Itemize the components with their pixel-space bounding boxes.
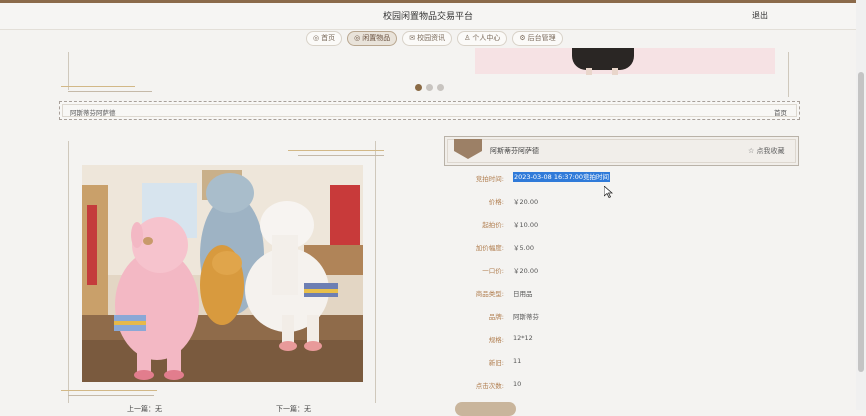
nav-admin[interactable]: ⚙ 后台管理 xyxy=(512,31,563,46)
field-label: 规格: xyxy=(488,336,504,344)
goods-icon: ◎ xyxy=(354,34,361,42)
field-row-category: 商品类型: 日用品 xyxy=(444,286,744,300)
favorite-button[interactable]: ☆ 点我收藏 xyxy=(748,146,785,156)
decor-line xyxy=(61,86,135,87)
field-value: 11 xyxy=(513,357,522,365)
bid-button[interactable] xyxy=(455,402,516,416)
product-image xyxy=(82,165,363,382)
field-label: 竞拍时间: xyxy=(475,175,504,183)
decor-line xyxy=(68,52,69,90)
field-row-price: 价格: ￥20.00 xyxy=(444,194,744,208)
nav-goods-label: 闲置物品 xyxy=(362,34,391,42)
mouse-cursor-icon xyxy=(604,186,613,198)
field-label: 价格: xyxy=(488,198,504,206)
decor-line xyxy=(68,395,154,396)
user-icon: ♙ xyxy=(464,34,471,42)
nav-user[interactable]: ♙ 个人中心 xyxy=(457,31,508,46)
field-label: 起拍价: xyxy=(482,221,504,229)
carousel-dots xyxy=(415,84,444,91)
nav-admin-label: 后台管理 xyxy=(527,34,556,42)
field-label: 加价幅度: xyxy=(475,244,504,252)
main-nav: ◎ 首页 ◎ 闲置物品 ✉ 校园资讯 ♙ 个人中心 ⚙ 后台管理 xyxy=(306,31,563,46)
decor-line xyxy=(68,91,152,92)
carousel-dot[interactable] xyxy=(415,84,422,91)
decor-line xyxy=(288,150,384,151)
field-value: 10 xyxy=(513,380,522,388)
field-label: 点击次数: xyxy=(475,382,504,390)
field-value: 日用品 xyxy=(513,290,533,298)
decor-line xyxy=(788,52,789,97)
site-title: 校园闲置物品交易平台 xyxy=(382,12,473,22)
nav-home-label: 首页 xyxy=(321,34,336,42)
field-row-spec: 规格: 12*12 xyxy=(444,332,744,346)
field-label: 品牌: xyxy=(488,313,504,321)
decor-line xyxy=(298,155,384,156)
decor-line xyxy=(68,141,69,403)
nav-news-label: 校园资讯 xyxy=(417,34,446,42)
field-value-selected: 2023-03-08 16:37:00竞拍时间 xyxy=(513,172,611,182)
nav-goods[interactable]: ◎ 闲置物品 xyxy=(347,31,398,46)
field-row-auction-time: 竞拍时间: 2023-03-08 16:37:00竞拍时间 xyxy=(444,171,744,185)
header: 校园闲置物品交易平台 退出 xyxy=(0,3,856,30)
banner-leg xyxy=(612,68,618,75)
banner-figure xyxy=(572,48,634,70)
field-row-buyout: 一口价: ￥20.00 xyxy=(444,263,744,277)
breadcrumb-current: 阿斯蒂芬阿萨德 xyxy=(70,109,116,117)
field-value: 12*12 xyxy=(513,334,533,342)
nav-home[interactable]: ◎ 首页 xyxy=(306,31,343,46)
breadcrumb-inner xyxy=(62,104,797,117)
field-label: 一口价: xyxy=(482,267,504,275)
field-row-increment: 加价幅度: ￥5.00 xyxy=(444,240,744,254)
banner-leg xyxy=(586,68,592,75)
title-badge-icon xyxy=(454,139,482,159)
logout-link[interactable]: 退出 xyxy=(752,10,768,21)
carousel-dot[interactable] xyxy=(437,84,444,91)
decor-line xyxy=(61,390,157,391)
decor-line xyxy=(375,141,376,403)
nav-user-label: 个人中心 xyxy=(472,34,501,42)
scrollbar-thumb[interactable] xyxy=(858,72,864,372)
breadcrumb: 阿斯蒂芬阿萨德 首页 xyxy=(59,101,800,120)
field-row-brand: 品牌: 阿斯蒂芬 xyxy=(444,309,744,323)
field-row-clicks: 点击次数: 10 xyxy=(444,378,744,392)
admin-icon: ⚙ xyxy=(519,34,526,42)
news-icon: ✉ xyxy=(409,34,416,42)
field-value: ￥5.00 xyxy=(513,244,534,252)
breadcrumb-home-link[interactable]: 首页 xyxy=(774,107,787,117)
field-value: 阿斯蒂芬 xyxy=(513,313,539,321)
field-value: ￥20.00 xyxy=(513,198,539,206)
field-label: 新旧: xyxy=(488,359,504,367)
next-article-link[interactable]: 下一篇：无 xyxy=(276,404,311,414)
carousel-dot[interactable] xyxy=(426,84,433,91)
field-label: 商品类型: xyxy=(475,290,504,298)
llama-toys-illustration xyxy=(82,165,363,382)
field-row-condition: 新旧: 11 xyxy=(444,355,744,369)
field-row-start-price: 起拍价: ￥10.00 xyxy=(444,217,744,231)
home-icon: ◎ xyxy=(313,34,320,42)
field-value: ￥10.00 xyxy=(513,221,539,229)
prev-article-link[interactable]: 上一篇：无 xyxy=(127,404,162,414)
field-value: ￥20.00 xyxy=(513,267,539,275)
nav-news[interactable]: ✉ 校园资讯 xyxy=(402,31,453,46)
product-title: 阿斯蒂芬阿萨德 xyxy=(490,147,539,155)
